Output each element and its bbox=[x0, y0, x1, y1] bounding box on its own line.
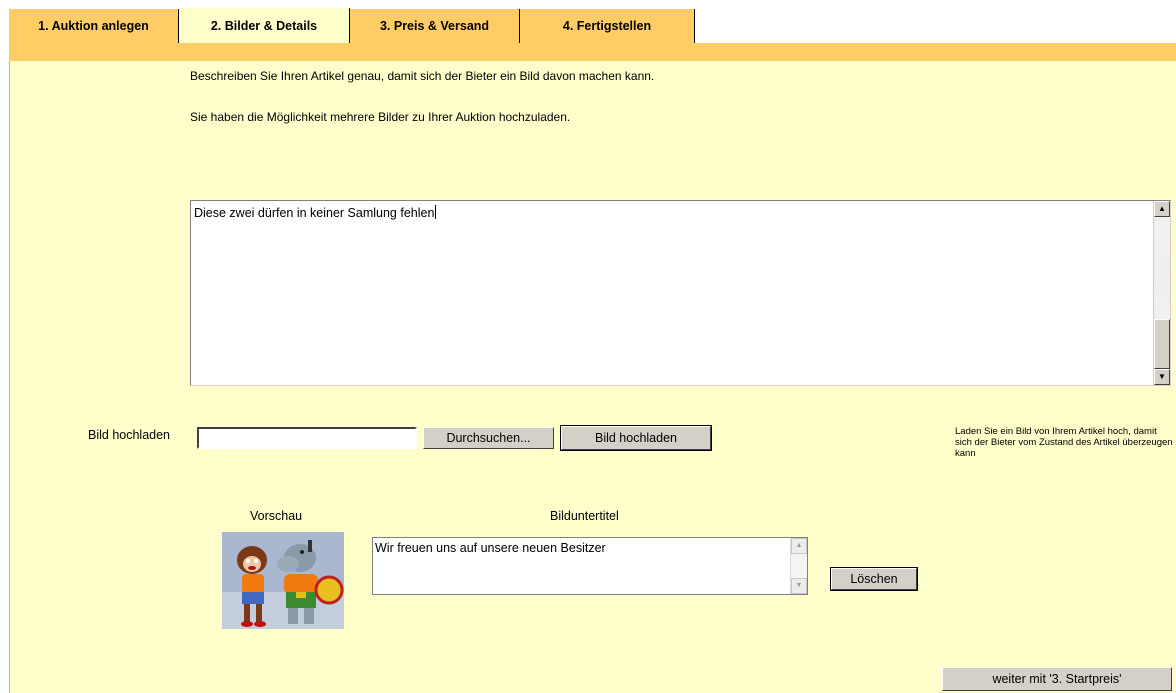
toy-figures-photo-icon bbox=[222, 532, 344, 629]
preview-header: Vorschau bbox=[250, 509, 303, 523]
file-path-input[interactable] bbox=[197, 427, 417, 449]
caption-scrollbar[interactable]: ▲ ▼ bbox=[790, 538, 807, 594]
tab-bilder-details[interactable]: 2. Bilder & Details bbox=[179, 8, 350, 44]
intro-line-2: Sie haben die Möglichkeit mehrere Bilder… bbox=[190, 110, 571, 124]
scroll-up-arrow-icon[interactable]: ▲ bbox=[1154, 201, 1170, 217]
scroll-thumb[interactable] bbox=[1154, 319, 1170, 369]
tab-fertigstellen[interactable]: 4. Fertigstellen bbox=[520, 9, 695, 43]
upload-help-text: Laden Sie ein Bild von Ihrem Artikel hoc… bbox=[955, 426, 1173, 459]
upload-label: Bild hochladen bbox=[88, 428, 171, 442]
description-scrollbar[interactable]: ▲ ▼ bbox=[1153, 201, 1170, 385]
caption-textarea[interactable]: Wir freuen uns auf unsere neuen Besitzer… bbox=[372, 537, 808, 595]
next-step-button[interactable]: weiter mit '3. Startpreis' bbox=[942, 667, 1172, 691]
scroll-down-arrow-icon[interactable]: ▼ bbox=[791, 578, 807, 594]
scroll-down-arrow-icon[interactable]: ▼ bbox=[1154, 369, 1170, 385]
scroll-up-arrow-icon[interactable]: ▲ bbox=[791, 538, 807, 554]
upload-image-button[interactable]: Bild hochladen bbox=[560, 425, 712, 451]
tab-underline-bar bbox=[9, 43, 1176, 61]
tab-auktion-anlegen[interactable]: 1. Auktion anlegen bbox=[9, 9, 179, 43]
text-caret bbox=[435, 205, 437, 219]
description-text: Diese zwei dürfen in keiner Samlung fehl… bbox=[194, 205, 437, 220]
delete-image-button[interactable]: Löschen bbox=[830, 567, 918, 591]
browse-button[interactable]: Durchsuchen... bbox=[423, 427, 554, 449]
intro-line-1: Beschreiben Sie Ihren Artikel genau, dam… bbox=[190, 69, 655, 83]
description-textarea[interactable]: Diese zwei dürfen in keiner Samlung fehl… bbox=[190, 200, 1171, 386]
preview-image bbox=[222, 532, 344, 629]
caption-header: Bilduntertitel bbox=[550, 509, 619, 523]
tab-preis-versand[interactable]: 3. Preis & Versand bbox=[350, 9, 520, 43]
caption-text: Wir freuen uns auf unsere neuen Besitzer bbox=[375, 541, 606, 555]
